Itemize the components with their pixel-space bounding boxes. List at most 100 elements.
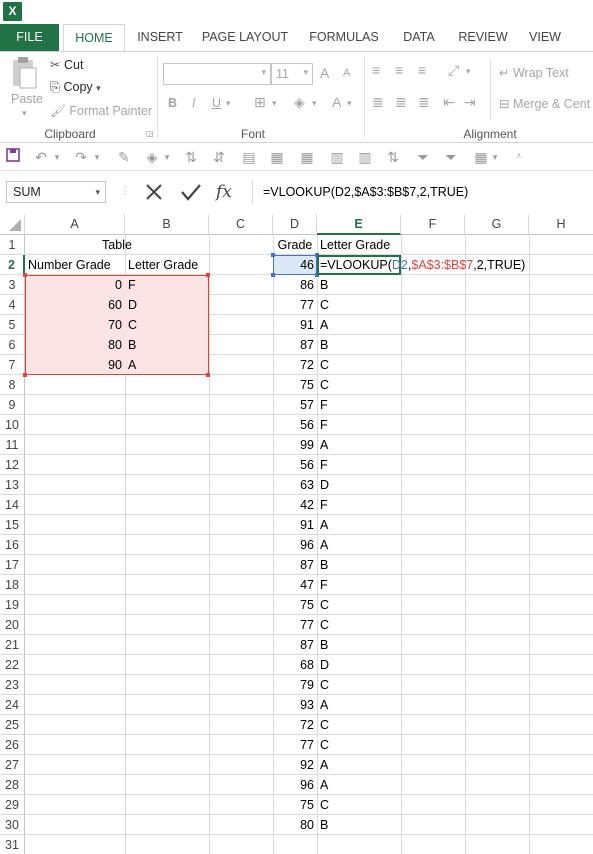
- grade-cell[interactable]: 72: [273, 715, 317, 735]
- row-header[interactable]: 15: [0, 515, 25, 535]
- letter-result-cell[interactable]: C: [317, 715, 401, 735]
- letter-result-cell[interactable]: F: [317, 455, 401, 475]
- customize-qat-icon[interactable]: ⩡: [512, 148, 526, 166]
- lookup-number-cell[interactable]: 80: [25, 335, 125, 355]
- grade-cell[interactable]: 47: [273, 575, 317, 595]
- grade-cell[interactable]: 42: [273, 495, 317, 515]
- wrap-text-button[interactable]: ↵ Wrap Text: [499, 65, 569, 80]
- align-top-icon[interactable]: ≡: [372, 62, 380, 78]
- align-middle-icon[interactable]: ≡: [395, 62, 403, 78]
- grade-header[interactable]: Grade: [273, 235, 317, 255]
- letter-result-cell[interactable]: C: [317, 355, 401, 375]
- grade-cell[interactable]: 91: [273, 515, 317, 535]
- letter-result-cell[interactable]: F: [317, 415, 401, 435]
- row-header[interactable]: 28: [0, 775, 25, 795]
- grade-cell[interactable]: 68: [273, 655, 317, 675]
- chevron-down-icon[interactable]: ▾: [347, 98, 352, 109]
- paste-icon[interactable]: [10, 56, 38, 92]
- tab-file[interactable]: FILE: [0, 24, 59, 51]
- row-header[interactable]: 23: [0, 675, 25, 695]
- undo-icon[interactable]: ↶: [32, 148, 50, 166]
- cell-e2-editing-formula[interactable]: =VLOOKUP(D2,$A$3:$B$7,2,TRUE): [317, 255, 528, 275]
- letter-result-cell[interactable]: F: [317, 575, 401, 595]
- name-box[interactable]: SUM ▾: [6, 181, 106, 203]
- grade-cell[interactable]: 77: [273, 295, 317, 315]
- cancel-entry-icon[interactable]: [141, 179, 167, 205]
- decrease-indent-icon[interactable]: ⇤: [443, 94, 455, 111]
- increase-indent-icon[interactable]: ⇥: [464, 94, 476, 111]
- fill-icon[interactable]: ◈: [143, 148, 161, 166]
- font-name-select[interactable]: ▾: [163, 63, 271, 85]
- borders-icon[interactable]: ⊞: [254, 94, 266, 111]
- save-icon[interactable]: [5, 148, 21, 166]
- row-header[interactable]: 27: [0, 755, 25, 775]
- row-header[interactable]: 12: [0, 455, 25, 475]
- row-header[interactable]: 8: [0, 375, 25, 395]
- row-header[interactable]: 6: [0, 335, 25, 355]
- insert-cells-icon[interactable]: ▥: [328, 148, 346, 166]
- row-header[interactable]: 4: [0, 295, 25, 315]
- row-header[interactable]: 10: [0, 415, 25, 435]
- tab-home[interactable]: HOME: [63, 24, 125, 52]
- calculator-icon[interactable]: ▦: [472, 148, 490, 166]
- merge-center-button[interactable]: ⊟ Merge & Cent: [499, 96, 590, 111]
- grade-cell[interactable]: 91: [273, 315, 317, 335]
- row-header[interactable]: 31: [0, 835, 25, 854]
- chevron-down-icon[interactable]: ▾: [92, 148, 102, 166]
- grade-cell[interactable]: 87: [273, 555, 317, 575]
- row-header[interactable]: 24: [0, 695, 25, 715]
- column-header-c[interactable]: C: [209, 214, 273, 235]
- tab-page-layout[interactable]: PAGE LAYOUT: [200, 24, 290, 51]
- grade-cell[interactable]: 99: [273, 435, 317, 455]
- column-header-e[interactable]: E: [317, 214, 401, 235]
- letter-result-cell[interactable]: D: [317, 655, 401, 675]
- underline-button[interactable]: U: [212, 96, 221, 110]
- chevron-down-icon[interactable]: ▾: [312, 98, 317, 109]
- freeze-icon[interactable]: ▤: [240, 148, 258, 166]
- filter-icon[interactable]: ⏷: [414, 148, 432, 166]
- row-header[interactable]: 16: [0, 535, 25, 555]
- font-size-select[interactable]: 11 ▾: [271, 63, 313, 85]
- grade-cell[interactable]: 46: [273, 255, 317, 275]
- letter-result-cell[interactable]: C: [317, 615, 401, 635]
- tab-data[interactable]: DATA: [398, 24, 440, 51]
- lookup-number-cell[interactable]: 70: [25, 315, 125, 335]
- format-painter-icon[interactable]: ✎: [115, 148, 133, 166]
- row-header[interactable]: 25: [0, 715, 25, 735]
- chevron-down-icon[interactable]: ▾: [272, 98, 277, 109]
- letter-result-cell[interactable]: B: [317, 635, 401, 655]
- letter-result-cell[interactable]: A: [317, 695, 401, 715]
- formula-input[interactable]: =VLOOKUP(D2,$A$3:$B$7,2,TRUE): [252, 181, 593, 203]
- decimal-icon[interactable]: ▦: [268, 148, 286, 166]
- row-header[interactable]: 29: [0, 795, 25, 815]
- paste-dropdown-icon[interactable]: ▾: [22, 108, 27, 119]
- italic-button[interactable]: I: [192, 96, 195, 110]
- row-header[interactable]: 17: [0, 555, 25, 575]
- orientation-icon[interactable]: ⤢: [448, 62, 459, 79]
- worksheet-grid[interactable]: A B C D E F G H 1 2 3 4 5 6 7 8 9 10 11 12 13 14 15 16 1…: [0, 214, 593, 854]
- letter-result-cell[interactable]: C: [317, 375, 401, 395]
- align-left-icon[interactable]: ≣: [372, 94, 384, 111]
- column-header-b[interactable]: B: [125, 214, 209, 235]
- letter-result-cell[interactable]: C: [317, 795, 401, 815]
- column-header-d[interactable]: D: [273, 214, 317, 235]
- fill-color-icon[interactable]: ◈: [294, 94, 305, 111]
- chevron-down-icon[interactable]: ▾: [52, 148, 62, 166]
- row-header[interactable]: 1: [0, 235, 25, 255]
- letter-result-cell[interactable]: F: [317, 395, 401, 415]
- grade-cell[interactable]: 92: [273, 755, 317, 775]
- lookup-number-cell[interactable]: 60: [25, 295, 125, 315]
- copy-button[interactable]: ⎘ Copy ▾: [50, 80, 101, 95]
- sort-desc-icon[interactable]: ⇵: [210, 148, 228, 166]
- grade-cell[interactable]: 77: [273, 615, 317, 635]
- letter-result-cell[interactable]: A: [317, 755, 401, 775]
- clear-filter-icon[interactable]: ⏷: [442, 148, 460, 166]
- row-header[interactable]: 21: [0, 635, 25, 655]
- grade-cell[interactable]: 96: [273, 775, 317, 795]
- lookup-number-cell[interactable]: 90: [25, 355, 125, 375]
- bold-button[interactable]: B: [168, 96, 177, 110]
- letter-result-cell[interactable]: B: [317, 555, 401, 575]
- grade-cell[interactable]: 87: [273, 635, 317, 655]
- paste-button[interactable]: Paste: [11, 92, 43, 106]
- letter-result-cell[interactable]: B: [317, 275, 401, 295]
